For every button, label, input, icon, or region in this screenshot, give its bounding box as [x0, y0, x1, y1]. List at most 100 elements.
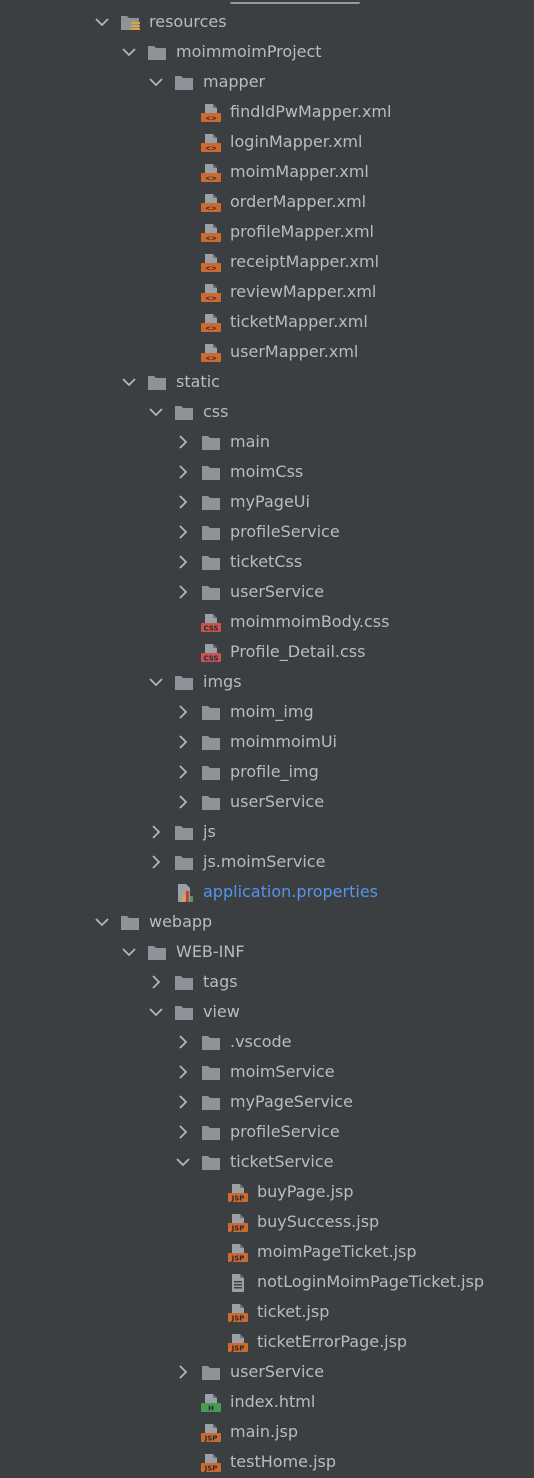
tree-row[interactable]: view	[0, 997, 534, 1027]
tree-item-label: loginMapper.xml	[230, 132, 363, 151]
chevron-right-icon[interactable]	[175, 1124, 191, 1140]
chevron-right-icon[interactable]	[148, 974, 164, 990]
tree-item-label: userService	[230, 1362, 325, 1381]
chevron-right-icon[interactable]	[148, 824, 164, 840]
tree-row[interactable]: css	[0, 397, 534, 427]
tree-row[interactable]: main	[0, 427, 534, 457]
tree-row[interactable]: <> loginMapper.xml	[0, 127, 534, 157]
svg-text:JSP: JSP	[231, 1345, 245, 1353]
tree-row[interactable]: imgs	[0, 667, 534, 697]
tree-row[interactable]: JSP ticket.jsp	[0, 1297, 534, 1327]
tree-row[interactable]: <> moimMapper.xml	[0, 157, 534, 187]
tree-row[interactable]: userService	[0, 1357, 534, 1387]
tree-row[interactable]: userService	[0, 577, 534, 607]
xml-file-icon: <>	[201, 223, 221, 243]
tree-row[interactable]: CSS moimmoimBody.css	[0, 607, 534, 637]
tree-row[interactable]: application.properties	[0, 877, 534, 907]
chevron-down-icon[interactable]	[148, 74, 164, 90]
tree-item-label: moimmoimProject	[176, 42, 322, 61]
svg-text:JSP: JSP	[231, 1315, 245, 1323]
tree-item-label: reviewMapper.xml	[230, 282, 377, 301]
tree-row[interactable]: <> findIdPwMapper.xml	[0, 97, 534, 127]
tree-row[interactable]: JSP buyPage.jsp	[0, 1177, 534, 1207]
tree-row[interactable]: moimmoimProject	[0, 37, 534, 67]
tree-row[interactable]: JSP testHome.jsp	[0, 1447, 534, 1477]
chevron-right-icon[interactable]	[175, 434, 191, 450]
chevron-right-icon[interactable]	[175, 524, 191, 540]
chevron-down-icon[interactable]	[121, 44, 137, 60]
tree-row[interactable]: <> reviewMapper.xml	[0, 277, 534, 307]
folder-icon	[201, 1153, 221, 1173]
tree-row[interactable]: moimService	[0, 1057, 534, 1087]
tree-row[interactable]: tags	[0, 967, 534, 997]
chevron-right-icon[interactable]	[175, 1034, 191, 1050]
chevron-down-icon[interactable]	[175, 1154, 191, 1170]
chevron-down-icon[interactable]	[121, 944, 137, 960]
tree-row[interactable]: ticketService	[0, 1147, 534, 1177]
chevron-right-icon[interactable]	[175, 704, 191, 720]
tree-row[interactable]: static	[0, 367, 534, 397]
tree-row[interactable]: js.moimService	[0, 847, 534, 877]
tree-row[interactable]: profileService	[0, 1117, 534, 1147]
jsp-file-icon: JSP	[201, 1423, 221, 1443]
tree-row[interactable]: CSS Profile_Detail.css	[0, 637, 534, 667]
tree-row[interactable]: .vscode	[0, 1027, 534, 1057]
chevron-down-icon[interactable]	[94, 914, 110, 930]
tree-row[interactable]: <> ticketMapper.xml	[0, 307, 534, 337]
tree-item-label: profile_img	[230, 762, 319, 781]
tree-row[interactable]: myPageService	[0, 1087, 534, 1117]
tree-row[interactable]: webapp	[0, 907, 534, 937]
tree-item-label: userService	[230, 792, 325, 811]
svg-text:<>: <>	[205, 145, 217, 153]
chevron-right-icon[interactable]	[175, 1364, 191, 1380]
chevron-down-icon[interactable]	[148, 404, 164, 420]
chevron-right-icon[interactable]	[175, 1094, 191, 1110]
tree-row[interactable]: profileService	[0, 517, 534, 547]
tree-row[interactable]: resources	[0, 7, 534, 37]
tree-row[interactable]: myPageUi	[0, 487, 534, 517]
chevron-right-icon[interactable]	[175, 554, 191, 570]
svg-text:<>: <>	[205, 325, 217, 333]
tree-row[interactable]: JSP moimPageTicket.jsp	[0, 1237, 534, 1267]
tree-row[interactable]: userService	[0, 787, 534, 817]
tree-row[interactable]: moim_img	[0, 697, 534, 727]
tree-row[interactable]: <> receiptMapper.xml	[0, 247, 534, 277]
chevron-right-icon[interactable]	[175, 584, 191, 600]
chevron-down-icon[interactable]	[94, 14, 110, 30]
svg-text:<>: <>	[205, 175, 217, 183]
svg-text:<>: <>	[205, 355, 217, 363]
svg-text:JSP: JSP	[231, 1255, 245, 1263]
tree-row[interactable]: <> userMapper.xml	[0, 337, 534, 367]
chevron-right-icon[interactable]	[175, 1064, 191, 1080]
tree-row[interactable]: ticketCss	[0, 547, 534, 577]
xml-file-icon: <>	[201, 163, 221, 183]
chevron-right-icon[interactable]	[175, 494, 191, 510]
chevron-down-icon[interactable]	[121, 374, 137, 390]
tree-row[interactable]: WEB-INF	[0, 937, 534, 967]
tree-row[interactable]: moimCss	[0, 457, 534, 487]
tree-row[interactable]: <> orderMapper.xml	[0, 187, 534, 217]
tree-row[interactable]: moimmoimUi	[0, 727, 534, 757]
tree-row[interactable]: JSP main.jsp	[0, 1417, 534, 1447]
tree-item-label: moimMapper.xml	[230, 162, 369, 181]
chevron-right-icon[interactable]	[175, 764, 191, 780]
tree-row[interactable]: <> profileMapper.xml	[0, 217, 534, 247]
chevron-right-icon[interactable]	[175, 794, 191, 810]
tree-item-label: moimService	[230, 1062, 335, 1081]
tree-item-label: ticketCss	[230, 552, 303, 571]
chevron-right-icon[interactable]	[175, 464, 191, 480]
tree-row[interactable]: notLoginMoimPageTicket.jsp	[0, 1267, 534, 1297]
chevron-down-icon[interactable]	[148, 674, 164, 690]
chevron-right-icon[interactable]	[175, 734, 191, 750]
tree-row[interactable]: Hindex.html	[0, 1387, 534, 1417]
tree-row[interactable]: JSP buySuccess.jsp	[0, 1207, 534, 1237]
chevron-right-icon[interactable]	[148, 854, 164, 870]
tree-item-label: ticketService	[230, 1152, 334, 1171]
tree-item-label: moimCss	[230, 462, 304, 481]
tree-row[interactable]: mapper	[0, 67, 534, 97]
tree-row[interactable]: js	[0, 817, 534, 847]
chevron-down-icon[interactable]	[148, 1004, 164, 1020]
project-tree: resources moimmoimProject mapper <> findIdPw…	[0, 0, 534, 1478]
tree-row[interactable]: profile_img	[0, 757, 534, 787]
tree-row[interactable]: JSP ticketErrorPage.jsp	[0, 1327, 534, 1357]
